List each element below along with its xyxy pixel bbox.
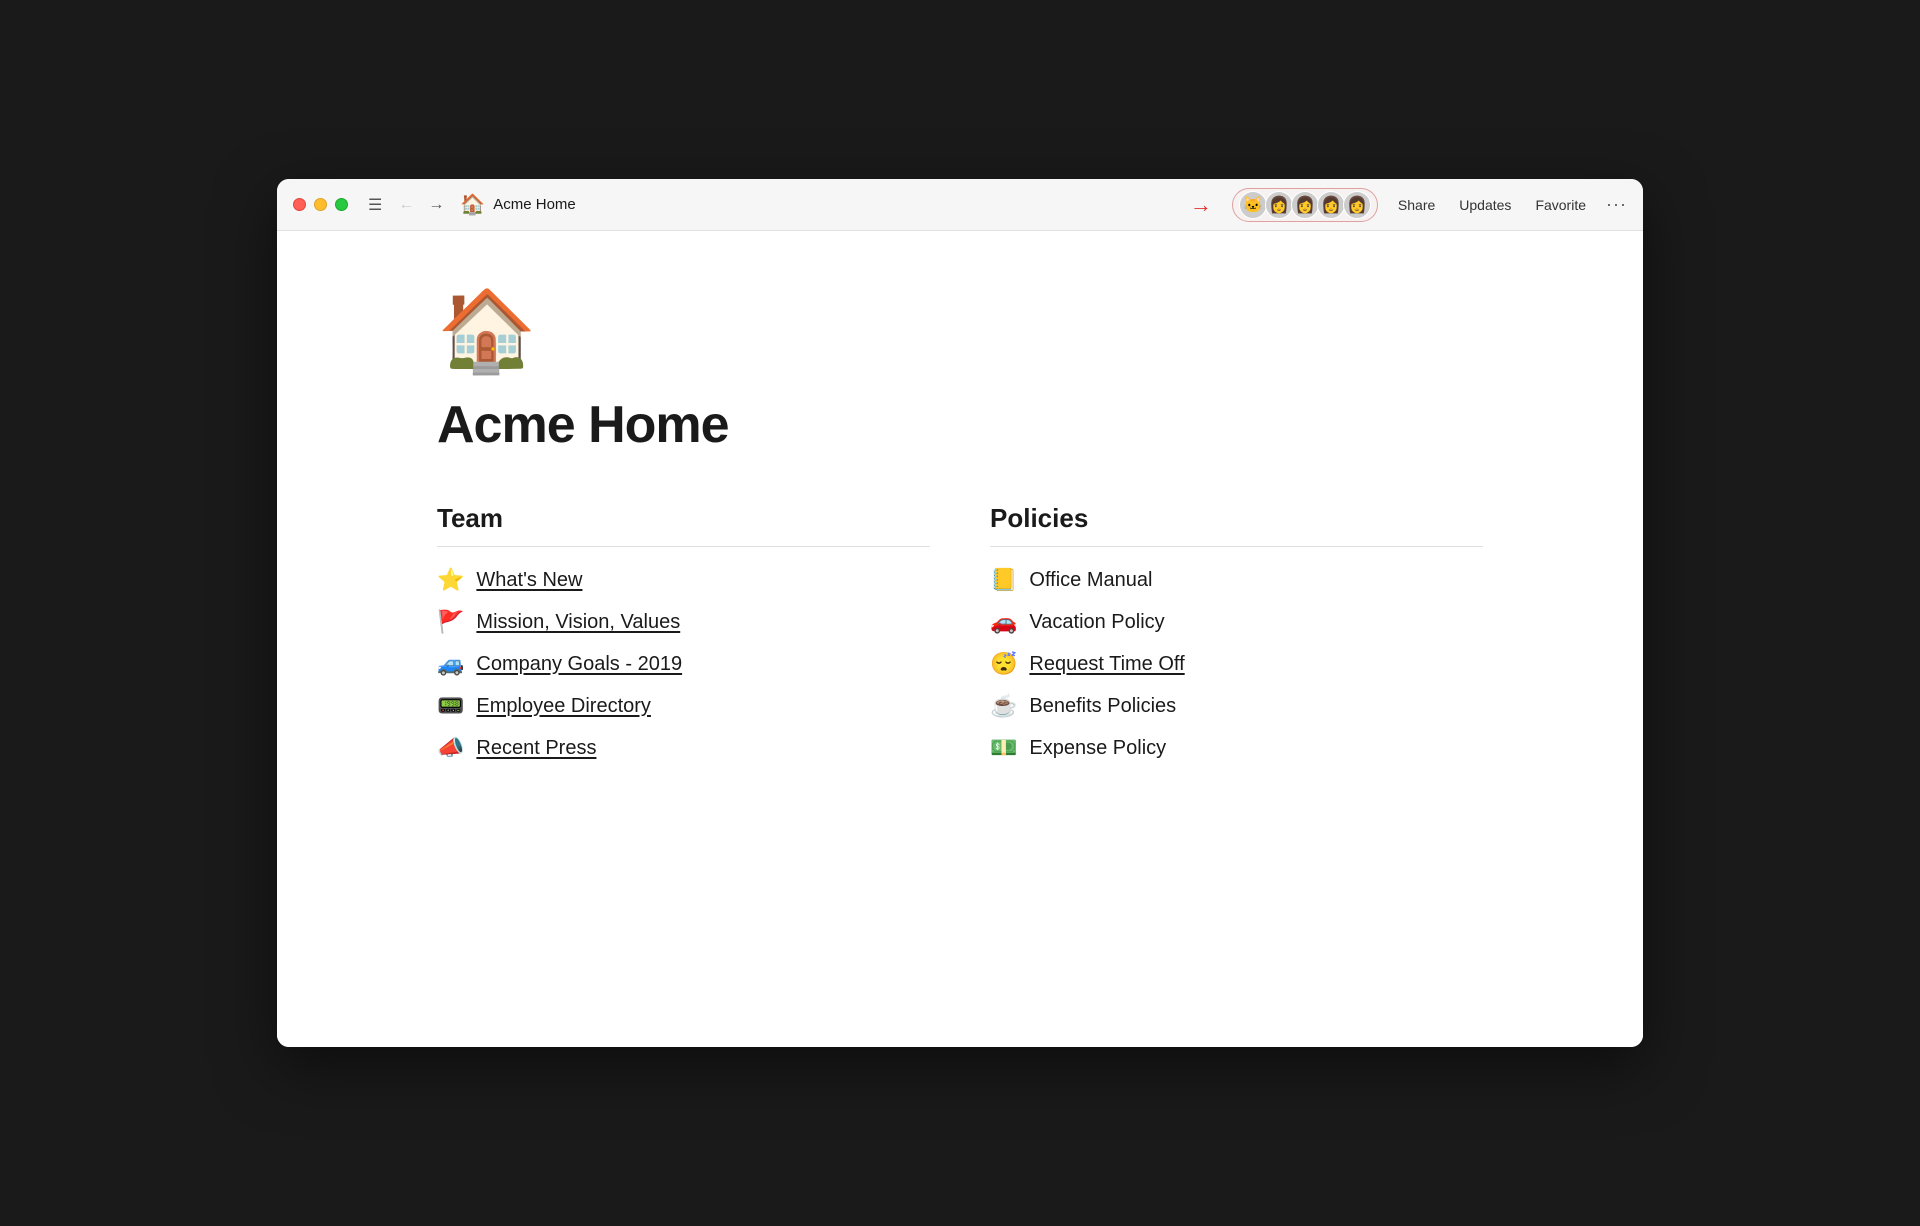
timeoff-link[interactable]: Request Time Off [1029, 653, 1184, 676]
avatar-1: 🐱 [1239, 191, 1267, 219]
team-section-title: Team [437, 503, 930, 534]
benefits-icon: ☕ [990, 693, 1017, 719]
goals-link[interactable]: Company Goals - 2019 [476, 653, 682, 676]
page-emoji-icon: 🏠 [460, 192, 485, 217]
red-arrow-icon: → [1190, 192, 1212, 218]
nav-arrows: ← → [394, 194, 448, 216]
goals-icon: 🚙 [437, 651, 464, 677]
avatar-5: 👩 [1343, 191, 1371, 219]
sidebar-toggle-icon[interactable]: ☰ [368, 195, 382, 215]
policies-section-divider [990, 546, 1483, 547]
back-button[interactable]: ← [394, 194, 418, 216]
titlebar: ☰ ← → 🏠 Acme Home → 🐱 👩 👩 👩 👩 Share Upda… [277, 179, 1643, 231]
close-button[interactable] [293, 198, 306, 211]
page-content: 🏠 Acme Home Team ⭐ What's New 🚩 Mission,… [277, 231, 1643, 1047]
more-options-icon[interactable]: ··· [1606, 194, 1627, 215]
favorite-button[interactable]: Favorite [1531, 195, 1590, 215]
policies-section-title: Policies [990, 503, 1483, 534]
policies-link-list: 📒 Office Manual 🚗 Vacation Policy 😴 Requ… [990, 567, 1483, 761]
list-item[interactable]: 💵 Expense Policy [990, 735, 1483, 761]
page-main-title: Acme Home [437, 395, 1483, 455]
page-icon-title: 🏠 Acme Home [460, 192, 1178, 217]
avatar-3: 👩 [1291, 191, 1319, 219]
page-header-emoji: 🏠 [437, 291, 1483, 371]
team-section: Team ⭐ What's New 🚩 Mission, Vision, Val… [437, 503, 930, 761]
forward-button[interactable]: → [424, 194, 448, 216]
press-icon: 📣 [437, 735, 464, 761]
list-item[interactable]: 📒 Office Manual [990, 567, 1483, 593]
directory-icon: 📟 [437, 693, 464, 719]
maximize-button[interactable] [335, 198, 348, 211]
traffic-lights [293, 198, 348, 211]
directory-link[interactable]: Employee Directory [476, 695, 651, 718]
expense-icon: 💵 [990, 735, 1017, 761]
whats-new-link[interactable]: What's New [476, 569, 582, 592]
share-button[interactable]: Share [1394, 195, 1439, 215]
avatar-4: 👩 [1317, 191, 1345, 219]
vacation-icon: 🚗 [990, 609, 1017, 635]
policies-section: Policies 📒 Office Manual 🚗 Vacation Poli… [990, 503, 1483, 761]
vacation-link[interactable]: Vacation Policy [1029, 611, 1164, 634]
manual-link[interactable]: Office Manual [1029, 569, 1152, 592]
avatar-2: 👩 [1265, 191, 1293, 219]
titlebar-right: → 🐱 👩 👩 👩 👩 Share Updates Favorite ··· [1190, 188, 1627, 222]
manual-icon: 📒 [990, 567, 1017, 593]
mission-icon: 🚩 [437, 609, 464, 635]
list-item[interactable]: 🚩 Mission, Vision, Values [437, 609, 930, 635]
list-item[interactable]: 🚙 Company Goals - 2019 [437, 651, 930, 677]
list-item[interactable]: ☕ Benefits Policies [990, 693, 1483, 719]
sections-grid: Team ⭐ What's New 🚩 Mission, Vision, Val… [437, 503, 1483, 761]
press-link[interactable]: Recent Press [476, 737, 596, 760]
page-title-label: Acme Home [493, 196, 576, 213]
mission-link[interactable]: Mission, Vision, Values [476, 611, 680, 634]
list-item[interactable]: 📟 Employee Directory [437, 693, 930, 719]
updates-button[interactable]: Updates [1455, 195, 1515, 215]
minimize-button[interactable] [314, 198, 327, 211]
avatar-group[interactable]: 🐱 👩 👩 👩 👩 [1232, 188, 1378, 222]
team-link-list: ⭐ What's New 🚩 Mission, Vision, Values 🚙… [437, 567, 930, 761]
list-item[interactable]: ⭐ What's New [437, 567, 930, 593]
list-item[interactable]: 📣 Recent Press [437, 735, 930, 761]
benefits-link[interactable]: Benefits Policies [1029, 695, 1176, 718]
list-item[interactable]: 😴 Request Time Off [990, 651, 1483, 677]
expense-link[interactable]: Expense Policy [1029, 737, 1166, 760]
list-item[interactable]: 🚗 Vacation Policy [990, 609, 1483, 635]
timeoff-icon: 😴 [990, 651, 1017, 677]
team-section-divider [437, 546, 930, 547]
app-window: ☰ ← → 🏠 Acme Home → 🐱 👩 👩 👩 👩 Share Upda… [277, 179, 1643, 1047]
whats-new-icon: ⭐ [437, 567, 464, 593]
